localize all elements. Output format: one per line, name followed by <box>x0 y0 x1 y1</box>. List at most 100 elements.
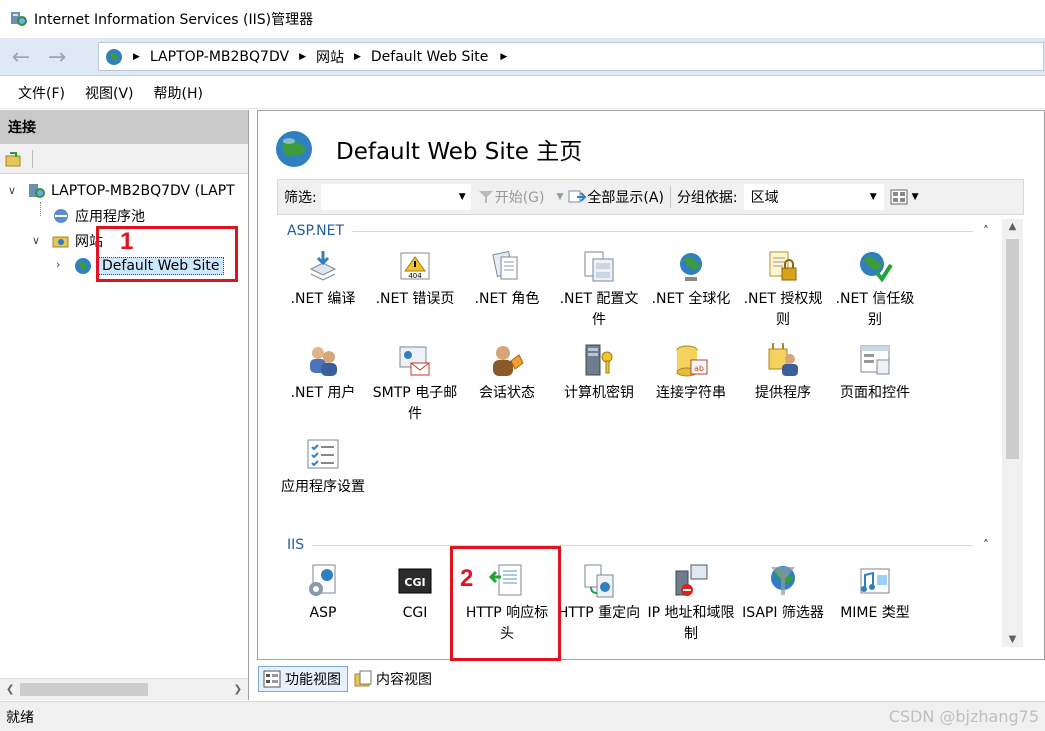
connections-header: 连接 <box>0 110 248 144</box>
feature-net-error-pages[interactable]: 404 .NET 错误页 <box>369 249 461 310</box>
tree-node-server[interactable]: LAPTOP-MB2BQ7DV (LAPT <box>28 179 235 203</box>
view-mode-button[interactable]: ▼ <box>890 189 923 205</box>
asp-icon <box>309 564 336 596</box>
feature-net-profile[interactable]: .NET 配置文件 <box>553 249 645 331</box>
group-header-iis[interactable]: IIS ˄ <box>287 537 997 553</box>
connect-icon[interactable] <box>4 149 24 169</box>
breadcrumb-sites[interactable]: 网站 <box>316 47 344 67</box>
back-button[interactable]: ← <box>6 43 36 71</box>
breadcrumb-site[interactable]: Default Web Site <box>371 49 488 65</box>
tree-label-server: LAPTOP-MB2BQ7DV (LAPT <box>51 183 235 199</box>
feature-app-settings[interactable]: 应用程序设置 <box>277 437 369 498</box>
feature-label: ISAPI 筛选器 <box>742 605 824 621</box>
scrollbar-thumb[interactable] <box>1006 239 1019 459</box>
dropdown-arrow-icon[interactable]: ▼ <box>912 192 919 202</box>
feature-label: 提供程序 <box>755 385 811 401</box>
group-header-aspnet[interactable]: ASP.NET ˄ <box>287 223 997 239</box>
feature-machine-key[interactable]: 计算机密钥 <box>553 343 645 404</box>
feature-net-trust-levels[interactable]: .NET 信任级别 <box>829 249 921 331</box>
feature-net-users[interactable]: .NET 用户 <box>277 343 369 404</box>
feature-ip-domain-restrictions[interactable]: IP 地址和域限制 <box>645 563 737 645</box>
feature-connection-strings[interactable]: ab 连接字符串 <box>645 343 737 404</box>
feature-label: .NET 编译 <box>290 291 356 307</box>
breadcrumb[interactable]: ▶ LAPTOP-MB2BQ7DV ▶ 网站 ▶ Default Web Sit… <box>98 42 1044 71</box>
feature-session-state[interactable]: 会话状态 <box>461 343 553 404</box>
profile-config-icon <box>584 251 614 282</box>
tab-content-view[interactable]: 内容视图 <box>350 666 438 692</box>
tree-node-app-pools[interactable]: 应用程序池 <box>52 204 145 228</box>
chevron-right-icon[interactable]: ▶ <box>299 52 306 62</box>
feature-label: .NET 错误页 <box>375 291 455 307</box>
chevron-right-icon[interactable]: ▶ <box>500 52 507 62</box>
vertical-scrollbar[interactable]: ▲ ▼ <box>1002 219 1023 647</box>
feature-net-compilation[interactable]: .NET 编译 <box>277 249 369 310</box>
error-page-404-icon: 404 <box>400 252 430 280</box>
menu-view[interactable]: 视图(V) <box>75 79 144 107</box>
feature-asp[interactable]: ASP <box>277 563 369 624</box>
forward-button[interactable]: → <box>42 43 72 71</box>
feature-cgi[interactable]: CGI CGI <box>369 563 461 624</box>
dropdown-arrow-icon[interactable]: ▼ <box>459 192 466 202</box>
feature-label: 页面和控件 <box>840 385 910 401</box>
app-settings-icon <box>307 439 339 469</box>
feature-label: 连接字符串 <box>656 385 726 401</box>
feature-providers[interactable]: 提供程序 <box>737 343 829 404</box>
app-pool-icon <box>54 209 68 223</box>
machine-key-icon <box>585 344 613 376</box>
tab-features-view[interactable]: 功能视图 <box>258 666 348 692</box>
feature-pages-controls[interactable]: 页面和控件 <box>829 343 921 404</box>
feature-label: .NET 全球化 <box>651 291 731 307</box>
forward-arrow-icon: → <box>47 44 67 70</box>
group-by-select[interactable]: 区域 ▼ <box>743 184 884 210</box>
globe-icon <box>75 258 91 274</box>
collapse-group-icon[interactable]: ˄ <box>983 538 997 552</box>
feature-smtp-email[interactable]: SMTP 电子邮件 <box>369 343 461 425</box>
dropdown-arrow-icon[interactable]: ▼ <box>870 192 877 202</box>
menu-help[interactable]: 帮助(H) <box>144 79 213 107</box>
chevron-right-icon[interactable]: ▶ <box>354 52 361 62</box>
scroll-down-icon[interactable]: ▼ <box>1002 634 1023 645</box>
collapse-group-icon[interactable]: ˄ <box>983 224 997 238</box>
filter-input[interactable]: ▼ <box>320 184 471 210</box>
feature-http-redirect[interactable]: HTTP 重定向 <box>553 563 645 624</box>
breadcrumb-server[interactable]: LAPTOP-MB2BQ7DV <box>150 49 289 65</box>
feature-net-globalization[interactable]: .NET 全球化 <box>645 249 737 310</box>
tree-line <box>40 202 41 216</box>
collapse-arrow-icon[interactable]: ∨ <box>32 234 40 247</box>
scroll-up-icon[interactable]: ▲ <box>1002 221 1023 232</box>
mime-types-icon <box>860 568 890 594</box>
chevron-right-icon[interactable]: ▶ <box>133 52 140 62</box>
scroll-left-icon[interactable]: ❮ <box>6 684 14 695</box>
feature-label: SMTP 电子邮件 <box>372 385 458 422</box>
menu-file[interactable]: 文件(F) <box>8 79 75 107</box>
feature-label: 应用程序设置 <box>281 479 365 495</box>
annotation-box-1 <box>96 226 238 282</box>
globe-icon <box>276 131 312 167</box>
back-arrow-icon: ← <box>11 44 31 70</box>
feature-isapi-filters[interactable]: ISAPI 筛选器 <box>737 563 829 624</box>
feature-label: .NET 角色 <box>474 291 540 307</box>
feature-net-roles[interactable]: .NET 角色 <box>461 249 553 310</box>
view-grid-icon <box>890 189 908 205</box>
scroll-right-icon[interactable]: ❯ <box>234 684 242 695</box>
group-title-iis: IIS <box>287 537 305 553</box>
feature-mime-types[interactable]: MIME 类型 <box>829 563 921 624</box>
providers-icon <box>768 343 798 376</box>
show-all-icon <box>568 190 587 203</box>
group-title-aspnet: ASP.NET <box>287 223 345 239</box>
feature-label: 计算机密钥 <box>564 385 634 401</box>
feature-label: CGI <box>402 605 428 621</box>
connections-pane: 连接 ∨ LAPTOP-MB2BQ7DV (LAPT 应用程序池 ∨ 网站 › … <box>0 110 249 700</box>
feature-label: .NET 用户 <box>290 385 356 401</box>
dropdown-arrow-icon[interactable]: ▼ <box>557 192 564 202</box>
feature-net-authorization[interactable]: .NET 授权规则 <box>737 249 829 331</box>
start-filter-button[interactable]: 开始(G) ▼ <box>477 187 568 207</box>
tab-label: 功能视图 <box>285 672 341 688</box>
group-divider <box>312 544 973 546</box>
show-all-button[interactable]: 全部显示(A) <box>567 187 664 207</box>
isapi-filter-icon <box>771 566 795 595</box>
collapse-arrow-icon[interactable]: ∨ <box>8 184 16 197</box>
horizontal-scrollbar[interactable]: ❮ ❯ <box>0 678 248 700</box>
expand-arrow-icon[interactable]: › <box>56 258 60 271</box>
scrollbar-thumb[interactable] <box>20 683 148 696</box>
